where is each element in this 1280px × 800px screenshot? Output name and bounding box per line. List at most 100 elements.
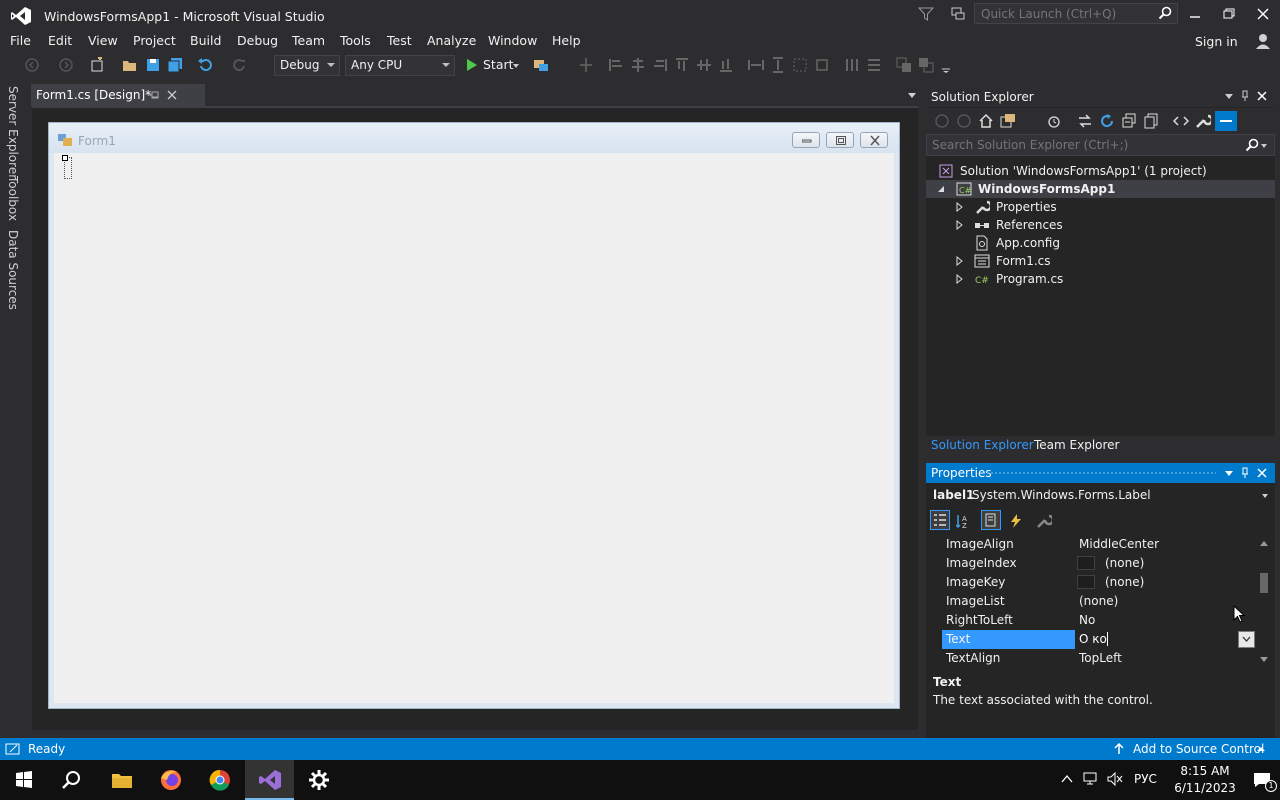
property-row-righttoleft[interactable]: RightToLeft No [926, 611, 1256, 630]
configuration-combo[interactable]: Debug [274, 55, 340, 76]
send-to-back-icon[interactable] [918, 57, 934, 73]
tree-item[interactable]: App.config [926, 234, 1275, 252]
tree-item[interactable]: C# WindowsFormsApp1 [926, 180, 1275, 198]
volume-muted-icon[interactable] [1107, 772, 1123, 786]
menu-window[interactable]: Window [488, 33, 537, 48]
label1-control[interactable] [62, 155, 72, 179]
tree-item[interactable]: References [926, 216, 1275, 234]
menu-help[interactable]: Help [552, 33, 581, 48]
property-row-text[interactable]: Text О ко [926, 630, 1256, 649]
property-pages-icon[interactable] [1036, 513, 1052, 529]
object-selector[interactable]: label1 System.Windows.Forms.Label [926, 485, 1275, 505]
browser-link-icon[interactable] [533, 57, 549, 73]
properties-wrench-icon[interactable] [1195, 113, 1211, 129]
form1-window[interactable]: Form1 [48, 122, 900, 709]
pending-changes-filter-icon[interactable] [1046, 113, 1062, 129]
alphabetical-icon[interactable]: AZ [956, 513, 972, 529]
menu-analyze[interactable]: Analyze [427, 33, 476, 48]
menu-edit[interactable]: Edit [48, 33, 72, 48]
vertical-spacing-icon[interactable] [866, 57, 882, 73]
solution-explorer-search[interactable] [926, 134, 1275, 156]
visual-studio-taskbar-button[interactable] [245, 760, 294, 800]
sign-in-link[interactable]: Sign in [1195, 34, 1238, 49]
window-position-icon[interactable] [1223, 467, 1235, 479]
collapsed-triangle-icon[interactable] [954, 202, 964, 212]
text-value-dropdown-button[interactable] [1238, 631, 1255, 648]
close-icon[interactable] [1256, 467, 1268, 479]
quick-launch-input[interactable] [981, 6, 1151, 21]
collapse-all-icon[interactable] [1121, 113, 1137, 129]
refresh-icon[interactable] [1099, 113, 1115, 129]
tree-item[interactable]: C# Program.cs [926, 270, 1275, 288]
file-explorer-icon[interactable] [108, 766, 136, 794]
bring-to-front-icon[interactable] [896, 57, 912, 73]
tab-team-explorer[interactable]: Team Explorer [1034, 438, 1120, 452]
settings-gear-icon[interactable] [305, 766, 333, 794]
auto-hide-pin-icon[interactable] [1239, 467, 1251, 479]
forward-icon[interactable] [956, 113, 972, 129]
new-project-icon[interactable] [89, 57, 105, 73]
scroll-down-icon[interactable] [1260, 657, 1268, 663]
undo-icon[interactable] [197, 57, 213, 73]
horizontal-spacing-icon[interactable] [844, 57, 860, 73]
window-position-icon[interactable] [1223, 90, 1235, 102]
active-files-dropdown-icon[interactable] [908, 93, 916, 98]
property-row-imagekey[interactable]: ImageKey (none) [926, 573, 1256, 592]
close-icon[interactable] [1256, 90, 1268, 102]
navigate-back-icon[interactable] [24, 57, 40, 73]
search-icon[interactable] [1245, 138, 1259, 152]
collapsed-triangle-icon[interactable] [954, 274, 964, 284]
filter-icon[interactable] [918, 6, 934, 22]
home-icon[interactable] [978, 113, 994, 129]
server-explorer-tab[interactable]: Server Explorer [6, 86, 20, 179]
property-row-textalign[interactable]: TextAlign TopLeft [926, 649, 1256, 667]
menu-file[interactable]: File [10, 33, 31, 48]
show-hidden-icons-icon[interactable] [1060, 773, 1074, 785]
feedback-icon[interactable] [950, 6, 966, 22]
solution-explorer-search-input[interactable] [932, 138, 1232, 152]
close-window-icon[interactable] [1253, 5, 1273, 23]
align-lefts-icon[interactable] [608, 57, 624, 73]
align-middles-icon[interactable] [696, 57, 712, 73]
tree-item[interactable]: Form1.cs [926, 252, 1275, 270]
menu-project[interactable]: Project [133, 33, 176, 48]
menu-build[interactable]: Build [190, 33, 221, 48]
navigate-forward-icon[interactable] [58, 57, 74, 73]
platform-combo[interactable]: Any CPU [345, 55, 455, 76]
tab-solution-explorer[interactable]: Solution Explorer [931, 438, 1034, 452]
back-icon[interactable] [934, 113, 950, 129]
expanded-triangle-icon[interactable] [936, 184, 946, 194]
chrome-icon[interactable] [206, 766, 234, 794]
pin-icon[interactable] [148, 89, 160, 101]
categorized-button[interactable] [930, 510, 950, 530]
properties-titlebar[interactable]: Properties [926, 463, 1275, 483]
move-grip-handle[interactable] [62, 155, 68, 161]
property-grid-scrollbar[interactable] [1258, 537, 1270, 667]
show-all-files-icon[interactable] [1143, 113, 1159, 129]
sync-with-document-icon[interactable] [1077, 113, 1093, 129]
menu-test[interactable]: Test [387, 33, 412, 48]
restore-icon[interactable] [1219, 5, 1239, 23]
make-same-width-icon[interactable] [748, 57, 764, 73]
property-value-editor[interactable]: О ко [1079, 632, 1108, 646]
menu-debug[interactable]: Debug [237, 33, 278, 48]
close-icon[interactable] [166, 89, 178, 101]
size-to-grid-icon[interactable] [792, 57, 808, 73]
align-tops-icon[interactable] [674, 57, 690, 73]
align-bottoms-icon[interactable] [718, 57, 734, 73]
menu-team[interactable]: Team [292, 33, 325, 48]
make-same-size-icon[interactable] [814, 57, 830, 73]
menu-tools[interactable]: Tools [340, 33, 371, 48]
tree-item[interactable]: Solution 'WindowsFormsApp1' (1 project) [926, 162, 1275, 180]
firefox-icon[interactable] [157, 766, 185, 794]
align-centers-icon[interactable] [630, 57, 646, 73]
events-lightning-icon[interactable] [1008, 513, 1024, 529]
search-icon[interactable] [1158, 6, 1172, 20]
solution-explorer-titlebar[interactable]: Solution Explorer [926, 86, 1275, 107]
menu-view[interactable]: View [88, 33, 118, 48]
save-icon[interactable] [145, 57, 161, 73]
search-options-chevron-icon[interactable] [1261, 144, 1267, 148]
make-same-height-icon[interactable] [770, 57, 786, 73]
account-icon[interactable] [1254, 32, 1272, 50]
toolbox-tab[interactable]: Toolbox [6, 176, 20, 221]
